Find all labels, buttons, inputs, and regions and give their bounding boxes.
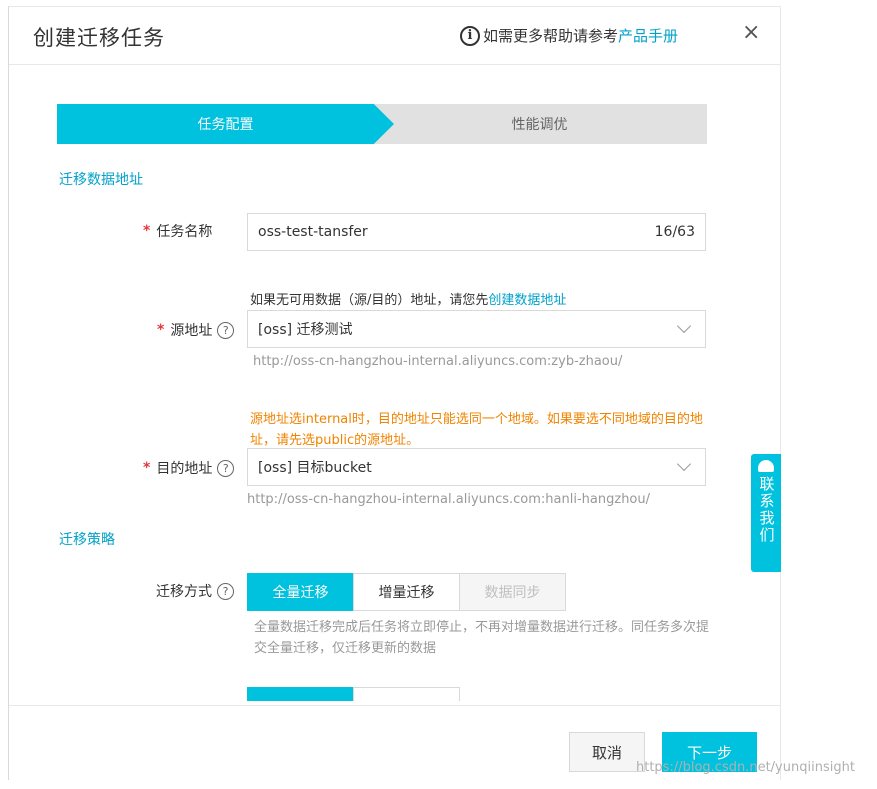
help-question-icon[interactable]: ? bbox=[217, 459, 235, 477]
source-label-text: 源地址 bbox=[170, 323, 213, 339]
chevron-down-icon bbox=[676, 456, 692, 472]
info-icon: i bbox=[460, 25, 480, 46]
help-question-icon[interactable]: ? bbox=[217, 321, 235, 339]
dialog-header: 创建迁移任务 i 如需更多帮助请参考 产品手册 × bbox=[9, 7, 780, 65]
required-icon: * bbox=[143, 460, 151, 476]
contact-us-label: 联系我们 bbox=[757, 476, 776, 544]
help-prefix: 如需更多帮助请参考 bbox=[483, 27, 619, 45]
task-name-value: oss-test-tansfer bbox=[258, 224, 368, 240]
migration-mode-label-text: 迁移方式 bbox=[156, 584, 212, 600]
destination-url: http://oss-cn-hangzhou-internal.aliyuncs… bbox=[247, 492, 650, 507]
close-icon[interactable]: × bbox=[742, 22, 760, 44]
section-title-strategy: 迁移策略 bbox=[59, 532, 115, 548]
create-migration-task-dialog: 创建迁移任务 i 如需更多帮助请参考 产品手册 × 任务配置 性能调优 迁移数据… bbox=[8, 6, 781, 780]
destination-label-text: 目的地址 bbox=[156, 461, 213, 477]
product-manual-link[interactable]: 产品手册 bbox=[618, 25, 678, 46]
destination-label: * 目的地址 ? bbox=[143, 458, 235, 478]
source-url: http://oss-cn-hangzhou-internal.aliyuncs… bbox=[253, 354, 623, 369]
source-hint-text: 如果无可用数据（源/目的）地址，请您先 bbox=[250, 293, 489, 308]
task-name-input[interactable]: oss-test-tansfer 16/63 bbox=[247, 213, 706, 251]
migration-mode-label: 迁移方式 ? bbox=[156, 581, 234, 601]
task-name-label: * 任务名称 bbox=[143, 221, 212, 241]
cancel-button[interactable]: 取消 bbox=[569, 732, 645, 772]
watermark: https://blog.csdn.net/yunqiinsight bbox=[636, 760, 855, 775]
mode-full-migration[interactable]: 全量迁移 bbox=[247, 573, 354, 611]
source-label: * 源地址 ? bbox=[157, 320, 235, 340]
migration-mode-description: 全量数据迁移完成后任务将立即停止，不再对增量数据进行迁移。同任务多次提交全量迁移… bbox=[254, 620, 710, 656]
chat-icon bbox=[758, 460, 774, 472]
dialog-title: 创建迁移任务 bbox=[33, 26, 165, 50]
source-select[interactable]: [oss] 迁移测试 bbox=[247, 310, 706, 348]
mode-data-sync: 数据同步 bbox=[459, 573, 566, 611]
chevron-down-icon bbox=[676, 318, 692, 334]
step-task-config: 任务配置 bbox=[57, 104, 394, 144]
footer-divider bbox=[9, 705, 780, 706]
destination-select[interactable]: [oss] 目标bucket bbox=[247, 448, 706, 486]
step-progress: 任务配置 性能调优 bbox=[57, 104, 707, 144]
create-data-address-link[interactable]: 创建数据地址 bbox=[488, 293, 566, 308]
step-performance-tuning: 性能调优 bbox=[372, 104, 707, 144]
help-question-icon[interactable]: ? bbox=[217, 582, 234, 600]
region-warning: 源地址选internal时，目的地址只能选同一个地域。如果要选不同地域的目的地址… bbox=[250, 412, 703, 448]
help-text: i 如需更多帮助请参考 产品手册 bbox=[460, 25, 678, 46]
required-icon: * bbox=[143, 223, 151, 239]
task-name-label-text: 任务名称 bbox=[156, 224, 213, 240]
char-counter: 16/63 bbox=[654, 224, 695, 240]
source-select-value: [oss] 迁移测试 bbox=[258, 322, 353, 338]
destination-select-value: [oss] 目标bucket bbox=[258, 460, 372, 476]
required-icon: * bbox=[157, 322, 165, 338]
contact-us-widget[interactable]: 联系我们 bbox=[751, 454, 781, 572]
partial-segment[interactable] bbox=[353, 687, 460, 701]
section-title-address: 迁移数据地址 bbox=[59, 172, 143, 188]
mode-incremental-migration[interactable]: 增量迁移 bbox=[353, 573, 460, 611]
partial-segment-active[interactable] bbox=[247, 687, 354, 701]
source-hint: 如果无可用数据（源/目的）地址，请您先创建数据地址 bbox=[250, 289, 566, 308]
